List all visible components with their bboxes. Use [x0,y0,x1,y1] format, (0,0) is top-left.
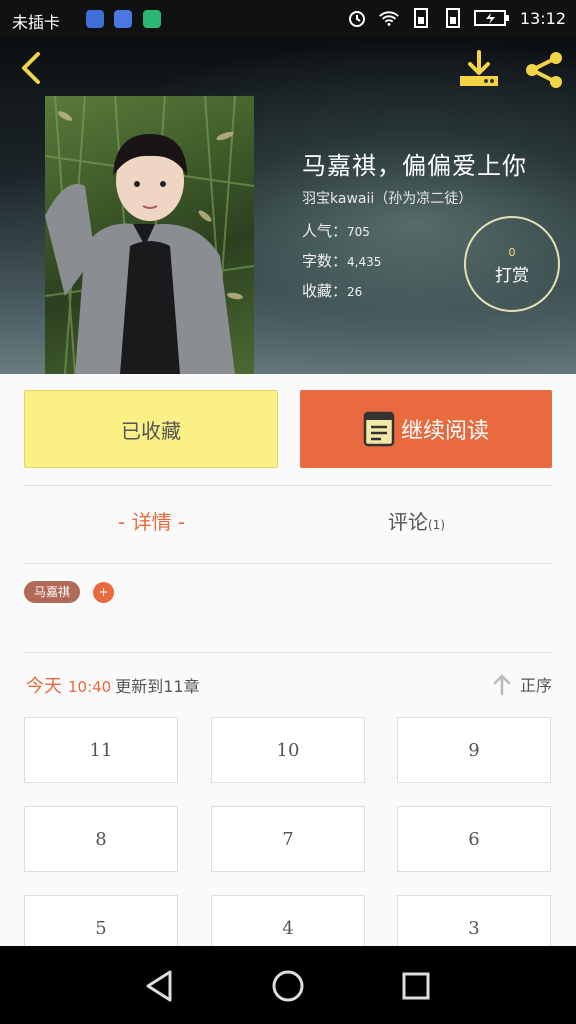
back-button[interactable] [14,50,50,86]
sim1-icon [410,7,432,29]
divider-top [24,485,552,486]
word-count-label: 字数： [302,252,348,270]
reward-count: 0 [508,246,516,259]
tab-comments-count: (1) [428,518,445,532]
share-icon [526,52,562,88]
tab-detail[interactable]: - 详情 - [118,506,185,535]
battery-icon [473,7,510,29]
sim2-icon [442,7,464,29]
update-time: 10:40 [68,678,112,696]
share-button[interactable] [522,50,566,90]
reward-label: 打赏 [495,266,529,286]
favorites-stat: 收藏：26 [302,280,362,301]
tab-comments-label: 评论 [388,510,428,534]
alarm-icon [346,7,368,29]
book-cover-image[interactable] [45,96,254,374]
popularity-label: 人气： [302,222,348,240]
word-count-stat: 字数：4,435 [302,250,381,271]
download-button[interactable] [456,48,502,90]
book-icon [363,411,395,447]
nav-back-icon [146,970,172,1002]
reward-button[interactable]: 0 打赏 [464,216,560,312]
chapter-button[interactable]: 11 [24,717,178,783]
favorites-value: 26 [347,285,363,299]
chapter-button[interactable]: 7 [211,806,365,872]
status-icons: 13:12 [346,7,566,29]
update-info: 今天 10:40 更新到11章 [26,672,200,698]
divider-tabs [24,563,552,564]
nav-recents-button[interactable] [396,966,436,1006]
favorites-label: 收藏： [302,282,348,300]
popularity-stat: 人气：705 [302,220,370,241]
back-arrow-icon [22,52,40,84]
popularity-value: 705 [347,225,370,239]
word-count-value: 4,435 [347,255,382,269]
tab-comments[interactable]: 评论(1) [388,506,445,535]
app-shield-icon [114,10,132,28]
chapter-button[interactable]: 9 [397,717,551,783]
collected-button[interactable]: 已收藏 [24,390,278,468]
chapter-button[interactable]: 8 [24,806,178,872]
update-message: 更新到11章 [115,677,200,696]
tag-item[interactable]: 马嘉祺 [24,581,81,603]
system-nav-bar [0,946,576,1024]
divider-tags [24,652,552,653]
cover-illustration [45,96,254,374]
book-author[interactable]: 羽宝kawaii（孙为凉二徒） [302,188,472,208]
sort-label: 正序 [520,676,553,695]
nav-home-button[interactable] [268,966,308,1006]
nav-recents-icon [402,972,430,1000]
status-time: 13:12 [519,8,566,28]
collected-label: 已收藏 [121,418,181,443]
app-k-icon [86,10,104,28]
chapter-button[interactable]: 10 [211,717,365,783]
sort-up-icon [493,674,511,695]
sort-button[interactable]: 正序 [492,672,552,696]
chapter-button[interactable]: 6 [397,806,551,872]
book-title: 马嘉祺，偏偏爱上你 [302,152,527,180]
carrier-text: 未插卡 [12,13,61,32]
add-tag-button[interactable]: + [93,582,114,603]
continue-reading-label: 继续阅读 [400,419,489,444]
app-guard-icon [143,10,161,28]
continue-reading-button[interactable]: 继续阅读 [300,390,552,468]
wifi-icon [378,7,400,29]
book-header: 马嘉祺，偏偏爱上你 羽宝kawaii（孙为凉二徒） 人气：705 字数：4,43… [0,38,576,374]
update-today: 今天 [26,676,62,697]
nav-home-icon [272,970,304,1002]
app-root: { "status_bar": { "carrier": "未插卡", "tim… [0,0,576,1024]
tab-detail-label: - 详情 - [118,510,186,534]
nav-back-button[interactable] [140,966,180,1006]
download-icon [460,50,498,86]
status-bar: 未插卡 13:12 [0,0,576,38]
